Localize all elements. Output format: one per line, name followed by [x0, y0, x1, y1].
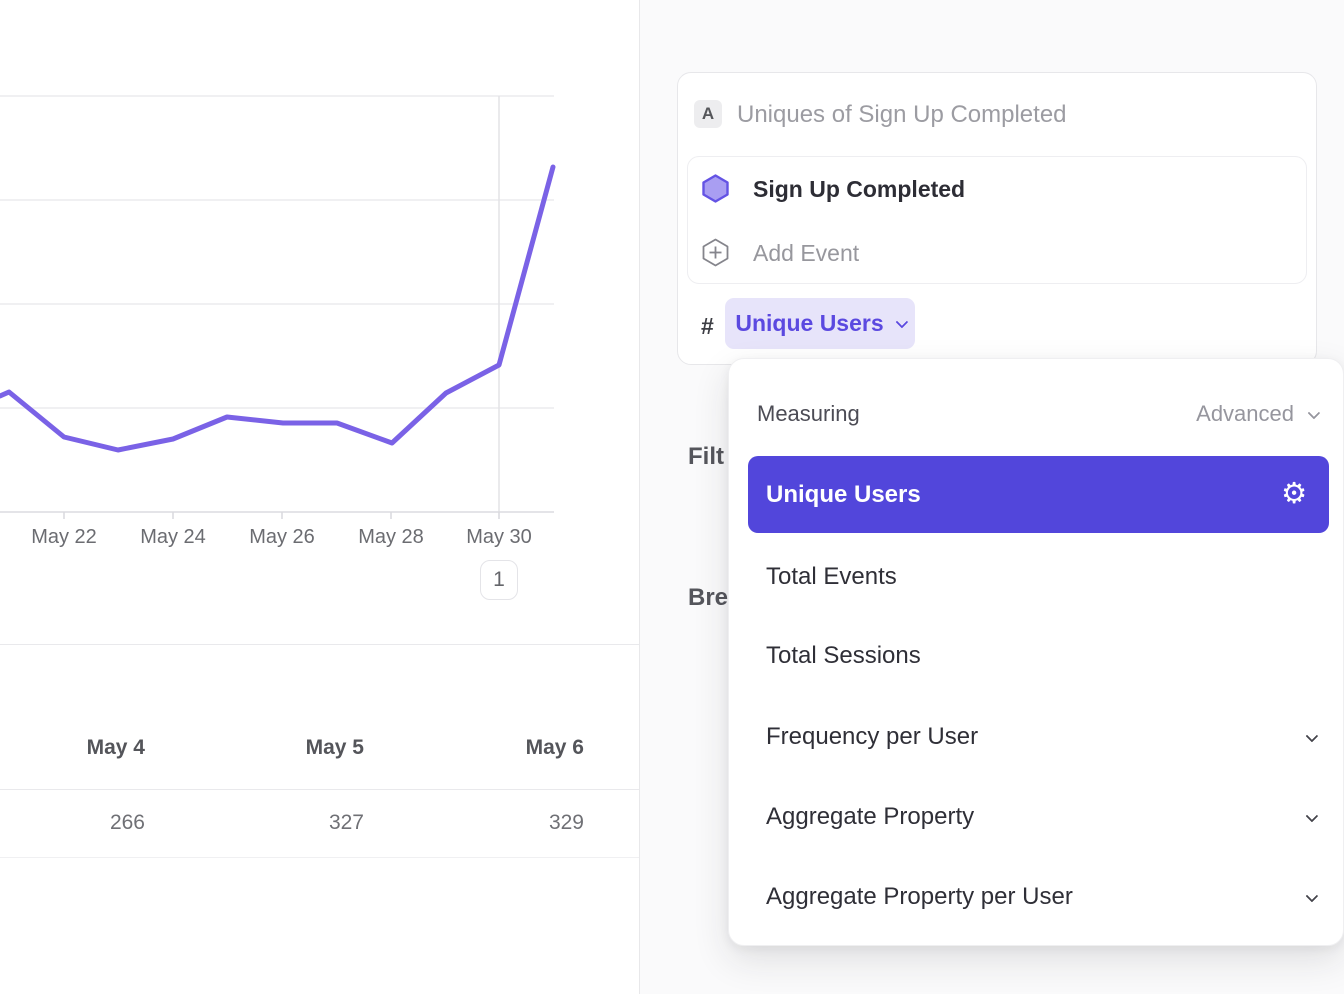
event-name[interactable]: Sign Up Completed — [753, 176, 965, 203]
menu-item-label: Frequency per User — [766, 723, 978, 751]
measuring-dropdown: Measuring Advanced Unique Users ⚙ Total … — [728, 358, 1344, 946]
table-header-may5[interactable]: May 5 — [244, 733, 364, 763]
query-builder-rail: A Uniques of Sign Up Completed Sign Up C… — [639, 0, 1344, 994]
x-axis-label: May 24 — [128, 524, 218, 550]
breakdown-section-label: Bre — [688, 584, 728, 612]
menu-item-label: Aggregate Property — [766, 803, 974, 831]
series-letter-badge: A — [694, 100, 722, 128]
menu-item-label: Total Events — [766, 563, 897, 591]
chevron-down-icon — [1306, 809, 1319, 822]
x-axis-label: May 28 — [346, 524, 436, 550]
metric-selected-label: Unique Users — [735, 310, 883, 337]
menu-item-unique-users[interactable]: Unique Users ⚙ — [748, 456, 1329, 533]
table-header-border — [0, 789, 639, 790]
menu-item-aggregate-property-per-user[interactable]: Aggregate Property per User — [766, 882, 1315, 912]
gear-icon[interactable]: ⚙ — [1281, 480, 1307, 509]
table-header-may6[interactable]: May 6 — [464, 733, 584, 763]
advanced-label: Advanced — [1196, 401, 1294, 427]
x-axis-label: May 22 — [19, 524, 109, 550]
menu-item-total-sessions[interactable]: Total Sessions — [766, 641, 1315, 671]
chevron-down-icon — [895, 316, 908, 329]
chevron-down-icon — [1306, 729, 1319, 742]
table-row-border — [0, 857, 639, 858]
table-value-may5: 327 — [244, 808, 364, 838]
measuring-dropdown-header: Measuring Advanced — [757, 399, 1317, 429]
x-axis-label: May 26 — [237, 524, 327, 550]
metric-selector-chip[interactable]: Unique Users — [725, 298, 915, 349]
metric-prefix: # — [701, 313, 714, 340]
measuring-label: Measuring — [757, 401, 860, 427]
table-value-may6: 329 — [464, 808, 584, 838]
add-event-icon[interactable] — [700, 237, 731, 268]
menu-item-label: Unique Users — [766, 481, 921, 509]
menu-item-total-events[interactable]: Total Events — [766, 562, 1315, 592]
table-value-may4: 266 — [25, 808, 145, 838]
line-chart[interactable] — [0, 95, 556, 527]
series-title: Uniques of Sign Up Completed — [737, 100, 1067, 129]
menu-item-aggregate-property[interactable]: Aggregate Property — [766, 802, 1315, 832]
menu-item-label: Total Sessions — [766, 642, 921, 670]
chart-panel: May 22 May 24 May 26 May 28 May 30 1 May 4 M… — [0, 0, 639, 994]
table-header-may4[interactable]: May 4 — [25, 733, 145, 763]
add-event-button[interactable]: Add Event — [753, 240, 859, 267]
segment-marker-badge[interactable]: 1 — [480, 560, 518, 600]
advanced-mode-toggle[interactable]: Advanced — [1196, 401, 1317, 427]
menu-item-label: Aggregate Property per User — [766, 883, 1073, 911]
chevron-down-icon — [1308, 406, 1321, 419]
menu-item-frequency-per-user[interactable]: Frequency per User — [766, 722, 1315, 752]
x-axis-label: May 30 — [454, 524, 544, 550]
event-hexagon-icon — [700, 173, 731, 204]
table-top-border — [0, 644, 639, 645]
chevron-down-icon — [1306, 889, 1319, 902]
filter-section-label: Filt — [688, 443, 724, 471]
